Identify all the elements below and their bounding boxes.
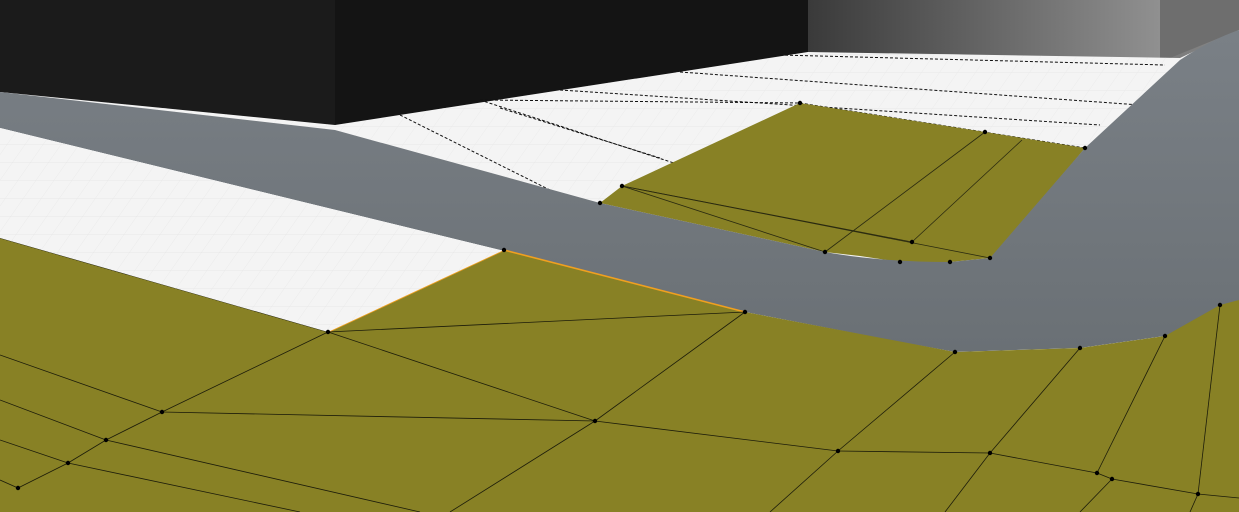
- viewport-scene[interactable]: [0, 0, 1239, 512]
- building-block-right[interactable]: [808, 0, 1160, 62]
- 3d-viewport[interactable]: [0, 0, 1239, 512]
